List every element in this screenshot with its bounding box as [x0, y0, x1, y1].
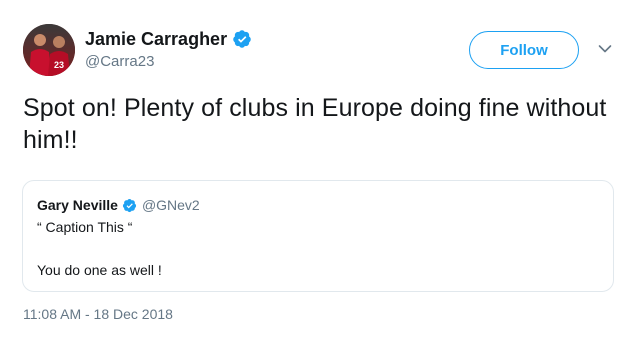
follow-button[interactable]: Follow	[469, 31, 579, 69]
author-handle[interactable]: @Carra23	[85, 53, 252, 71]
quoted-tweet[interactable]: Gary Neville @GNev2 “ Caption This “ You…	[22, 180, 614, 292]
tweet-card: 23 Jamie Carragher @Carra23 Follow Spot …	[0, 0, 634, 338]
quoted-tweet-text-line1: “ Caption This “	[37, 219, 133, 235]
quoted-tweet-text-line2: You do one as well !	[37, 262, 162, 278]
quoted-author-name: Gary Neville	[37, 197, 118, 213]
verified-badge-icon	[122, 198, 137, 213]
author-info: Jamie Carragher @Carra23	[85, 28, 252, 71]
avatar-image: 23	[23, 24, 75, 76]
verified-badge-icon	[232, 29, 252, 49]
chevron-down-icon[interactable]	[598, 44, 612, 54]
author-display-name[interactable]: Jamie Carragher	[85, 28, 227, 50]
quoted-author-handle: @GNev2	[141, 197, 200, 213]
tweet-timestamp[interactable]: 11:08 AM - 18 Dec 2018	[23, 306, 173, 322]
quoted-tweet-header: Gary Neville @GNev2	[37, 196, 200, 214]
tweet-text: Spot on! Plenty of clubs in Europe doing…	[23, 94, 607, 154]
avatar-shirt-number: 23	[54, 60, 64, 70]
author-avatar[interactable]: 23	[23, 24, 75, 76]
author-name-row: Jamie Carragher	[85, 28, 252, 50]
